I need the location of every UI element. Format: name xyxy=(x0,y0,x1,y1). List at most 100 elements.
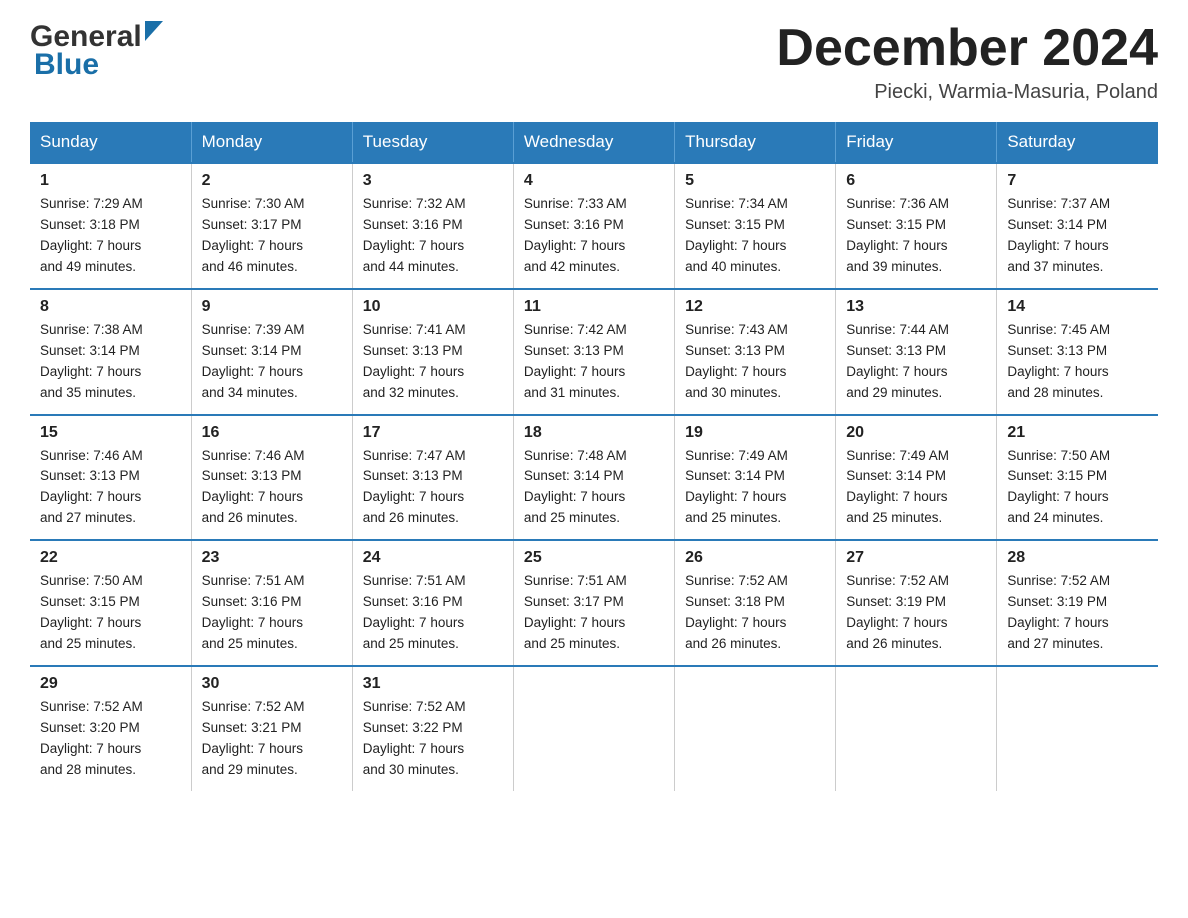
day-number: 24 xyxy=(363,549,503,567)
title-section: December 2024 Piecki, Warmia-Masuria, Po… xyxy=(776,20,1158,104)
day-info: Sunrise: 7:52 AM Sunset: 3:20 PM Dayligh… xyxy=(40,697,181,781)
location-subtitle: Piecki, Warmia-Masuria, Poland xyxy=(776,81,1158,104)
calendar-cell: 26 Sunrise: 7:52 AM Sunset: 3:18 PM Dayl… xyxy=(675,540,836,666)
day-info: Sunrise: 7:42 AM Sunset: 3:13 PM Dayligh… xyxy=(524,320,664,404)
day-of-week-thursday: Thursday xyxy=(675,122,836,163)
day-of-week-saturday: Saturday xyxy=(997,122,1158,163)
calendar-cell: 19 Sunrise: 7:49 AM Sunset: 3:14 PM Dayl… xyxy=(675,415,836,541)
day-of-week-friday: Friday xyxy=(836,122,997,163)
day-info: Sunrise: 7:32 AM Sunset: 3:16 PM Dayligh… xyxy=(363,194,503,278)
day-number: 5 xyxy=(685,172,825,190)
calendar-cell: 30 Sunrise: 7:52 AM Sunset: 3:21 PM Dayl… xyxy=(191,666,352,791)
calendar-cell xyxy=(836,666,997,791)
day-info: Sunrise: 7:51 AM Sunset: 3:17 PM Dayligh… xyxy=(524,571,664,655)
calendar-cell xyxy=(675,666,836,791)
day-info: Sunrise: 7:52 AM Sunset: 3:22 PM Dayligh… xyxy=(363,697,503,781)
week-row-1: 1 Sunrise: 7:29 AM Sunset: 3:18 PM Dayli… xyxy=(30,163,1158,289)
calendar-cell: 1 Sunrise: 7:29 AM Sunset: 3:18 PM Dayli… xyxy=(30,163,191,289)
day-info: Sunrise: 7:45 AM Sunset: 3:13 PM Dayligh… xyxy=(1007,320,1148,404)
calendar-cell: 12 Sunrise: 7:43 AM Sunset: 3:13 PM Dayl… xyxy=(675,289,836,415)
day-info: Sunrise: 7:52 AM Sunset: 3:19 PM Dayligh… xyxy=(846,571,986,655)
calendar-cell: 2 Sunrise: 7:30 AM Sunset: 3:17 PM Dayli… xyxy=(191,163,352,289)
day-number: 12 xyxy=(685,298,825,316)
calendar-cell: 8 Sunrise: 7:38 AM Sunset: 3:14 PM Dayli… xyxy=(30,289,191,415)
day-info: Sunrise: 7:51 AM Sunset: 3:16 PM Dayligh… xyxy=(363,571,503,655)
day-info: Sunrise: 7:34 AM Sunset: 3:15 PM Dayligh… xyxy=(685,194,825,278)
day-info: Sunrise: 7:38 AM Sunset: 3:14 PM Dayligh… xyxy=(40,320,181,404)
day-info: Sunrise: 7:43 AM Sunset: 3:13 PM Dayligh… xyxy=(685,320,825,404)
day-number: 19 xyxy=(685,424,825,442)
calendar-table: SundayMondayTuesdayWednesdayThursdayFrid… xyxy=(30,122,1158,790)
day-number: 30 xyxy=(202,675,342,693)
day-number: 23 xyxy=(202,549,342,567)
calendar-cell: 11 Sunrise: 7:42 AM Sunset: 3:13 PM Dayl… xyxy=(513,289,674,415)
day-number: 20 xyxy=(846,424,986,442)
calendar-cell: 10 Sunrise: 7:41 AM Sunset: 3:13 PM Dayl… xyxy=(352,289,513,415)
day-number: 29 xyxy=(40,675,181,693)
day-info: Sunrise: 7:41 AM Sunset: 3:13 PM Dayligh… xyxy=(363,320,503,404)
day-number: 3 xyxy=(363,172,503,190)
calendar-cell: 24 Sunrise: 7:51 AM Sunset: 3:16 PM Dayl… xyxy=(352,540,513,666)
day-info: Sunrise: 7:39 AM Sunset: 3:14 PM Dayligh… xyxy=(202,320,342,404)
calendar-cell: 28 Sunrise: 7:52 AM Sunset: 3:19 PM Dayl… xyxy=(997,540,1158,666)
logo-triangle-icon xyxy=(145,21,163,46)
calendar-cell: 13 Sunrise: 7:44 AM Sunset: 3:13 PM Dayl… xyxy=(836,289,997,415)
day-info: Sunrise: 7:44 AM Sunset: 3:13 PM Dayligh… xyxy=(846,320,986,404)
day-info: Sunrise: 7:30 AM Sunset: 3:17 PM Dayligh… xyxy=(202,194,342,278)
day-number: 26 xyxy=(685,549,825,567)
day-number: 22 xyxy=(40,549,181,567)
day-number: 16 xyxy=(202,424,342,442)
week-row-2: 8 Sunrise: 7:38 AM Sunset: 3:14 PM Dayli… xyxy=(30,289,1158,415)
calendar-body: 1 Sunrise: 7:29 AM Sunset: 3:18 PM Dayli… xyxy=(30,163,1158,790)
month-year-title: December 2024 xyxy=(776,20,1158,77)
day-number: 11 xyxy=(524,298,664,316)
day-info: Sunrise: 7:46 AM Sunset: 3:13 PM Dayligh… xyxy=(202,446,342,530)
calendar-header: SundayMondayTuesdayWednesdayThursdayFrid… xyxy=(30,122,1158,163)
calendar-cell: 17 Sunrise: 7:47 AM Sunset: 3:13 PM Dayl… xyxy=(352,415,513,541)
day-number: 28 xyxy=(1007,549,1148,567)
day-of-week-tuesday: Tuesday xyxy=(352,122,513,163)
day-info: Sunrise: 7:49 AM Sunset: 3:14 PM Dayligh… xyxy=(846,446,986,530)
week-row-4: 22 Sunrise: 7:50 AM Sunset: 3:15 PM Dayl… xyxy=(30,540,1158,666)
calendar-cell: 25 Sunrise: 7:51 AM Sunset: 3:17 PM Dayl… xyxy=(513,540,674,666)
day-number: 7 xyxy=(1007,172,1148,190)
day-number: 18 xyxy=(524,424,664,442)
day-number: 13 xyxy=(846,298,986,316)
day-info: Sunrise: 7:50 AM Sunset: 3:15 PM Dayligh… xyxy=(40,571,181,655)
day-number: 10 xyxy=(363,298,503,316)
calendar-cell: 16 Sunrise: 7:46 AM Sunset: 3:13 PM Dayl… xyxy=(191,415,352,541)
week-row-5: 29 Sunrise: 7:52 AM Sunset: 3:20 PM Dayl… xyxy=(30,666,1158,791)
day-number: 9 xyxy=(202,298,342,316)
day-info: Sunrise: 7:51 AM Sunset: 3:16 PM Dayligh… xyxy=(202,571,342,655)
day-number: 25 xyxy=(524,549,664,567)
day-info: Sunrise: 7:49 AM Sunset: 3:14 PM Dayligh… xyxy=(685,446,825,530)
calendar-cell: 6 Sunrise: 7:36 AM Sunset: 3:15 PM Dayli… xyxy=(836,163,997,289)
days-of-week-row: SundayMondayTuesdayWednesdayThursdayFrid… xyxy=(30,122,1158,163)
day-number: 6 xyxy=(846,172,986,190)
day-info: Sunrise: 7:37 AM Sunset: 3:14 PM Dayligh… xyxy=(1007,194,1148,278)
calendar-cell: 31 Sunrise: 7:52 AM Sunset: 3:22 PM Dayl… xyxy=(352,666,513,791)
calendar-cell xyxy=(513,666,674,791)
day-number: 31 xyxy=(363,675,503,693)
day-info: Sunrise: 7:46 AM Sunset: 3:13 PM Dayligh… xyxy=(40,446,181,530)
day-info: Sunrise: 7:52 AM Sunset: 3:21 PM Dayligh… xyxy=(202,697,342,781)
day-info: Sunrise: 7:47 AM Sunset: 3:13 PM Dayligh… xyxy=(363,446,503,530)
day-number: 15 xyxy=(40,424,181,442)
day-info: Sunrise: 7:48 AM Sunset: 3:14 PM Dayligh… xyxy=(524,446,664,530)
day-of-week-monday: Monday xyxy=(191,122,352,163)
page-header: General Blue December 2024 Piecki, Warmi… xyxy=(30,20,1158,104)
day-number: 14 xyxy=(1007,298,1148,316)
day-number: 4 xyxy=(524,172,664,190)
day-number: 1 xyxy=(40,172,181,190)
day-number: 27 xyxy=(846,549,986,567)
day-of-week-wednesday: Wednesday xyxy=(513,122,674,163)
calendar-cell: 23 Sunrise: 7:51 AM Sunset: 3:16 PM Dayl… xyxy=(191,540,352,666)
day-number: 17 xyxy=(363,424,503,442)
day-info: Sunrise: 7:36 AM Sunset: 3:15 PM Dayligh… xyxy=(846,194,986,278)
calendar-cell: 3 Sunrise: 7:32 AM Sunset: 3:16 PM Dayli… xyxy=(352,163,513,289)
logo-blue-text: Blue xyxy=(34,48,99,82)
week-row-3: 15 Sunrise: 7:46 AM Sunset: 3:13 PM Dayl… xyxy=(30,415,1158,541)
day-number: 2 xyxy=(202,172,342,190)
calendar-cell: 5 Sunrise: 7:34 AM Sunset: 3:15 PM Dayli… xyxy=(675,163,836,289)
day-of-week-sunday: Sunday xyxy=(30,122,191,163)
